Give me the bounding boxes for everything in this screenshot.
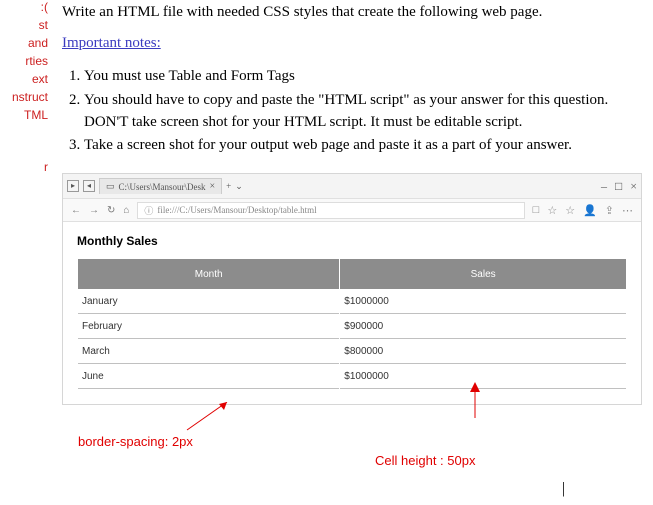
table-cell: $800000 xyxy=(340,340,626,364)
person-icon[interactable]: 👤 xyxy=(583,204,597,217)
table-cell: March xyxy=(78,340,339,364)
table-row: February $900000 xyxy=(78,315,626,339)
table-header: Sales xyxy=(340,259,626,289)
browser-tab[interactable]: ▭ C:\Users\Mansour\Desk × xyxy=(99,178,222,194)
left-sidebar: ): st and rties ext nstruct TML r xyxy=(0,0,50,178)
close-window-button[interactable]: × xyxy=(630,179,637,194)
notes-title: Important notes: xyxy=(62,35,643,52)
chevron-down-icon[interactable]: ⌄ xyxy=(235,181,243,192)
table-row: January $1000000 xyxy=(78,290,626,314)
table-cell: $900000 xyxy=(340,315,626,339)
sidebar-item[interactable]: ): xyxy=(0,0,50,14)
arrow-annotation-icon xyxy=(182,402,232,432)
minimize-button[interactable]: – xyxy=(601,179,607,194)
address-bar: ← → ↻ ⌂ ⓘ file:///C:/Users/Mansour/Deskt… xyxy=(63,198,641,222)
annotation-cell-height: Cell height : 50px xyxy=(375,453,475,468)
forward-icon[interactable]: → xyxy=(89,205,99,216)
sidebar-item[interactable]: rties xyxy=(0,54,50,68)
maximize-button[interactable]: □ xyxy=(615,179,622,194)
question-content: Write an HTML file with needed CSS style… xyxy=(62,0,653,157)
note-item: Take a screen shot for your output web p… xyxy=(84,135,643,157)
table-cell: June xyxy=(78,365,339,389)
page-title: Monthly Sales xyxy=(77,234,627,248)
url-input[interactable]: ⓘ file:///C:/Users/Mansour/Desktop/table… xyxy=(137,202,524,219)
notes-list: You must use Table and Form Tags You sho… xyxy=(62,66,643,157)
table-cell: $1000000 xyxy=(340,365,626,389)
sidebar-item[interactable]: TML xyxy=(0,108,50,122)
table-cell: February xyxy=(78,315,339,339)
close-icon[interactable]: × xyxy=(210,181,216,192)
note-item: You should have to copy and paste the "H… xyxy=(84,90,643,134)
info-icon: ⓘ xyxy=(144,204,153,217)
share-icon[interactable]: ⇪ xyxy=(605,204,614,217)
sidebar-item[interactable]: r xyxy=(0,160,50,174)
sidebar-item[interactable]: st xyxy=(0,18,50,32)
tab-forward-icon[interactable]: ▸ xyxy=(67,180,79,192)
table-header-row: Month Sales xyxy=(78,259,626,289)
url-text: file:///C:/Users/Mansour/Desktop/table.h… xyxy=(157,205,316,215)
back-icon[interactable]: ← xyxy=(71,205,81,216)
browser-titlebar: ▸ ◂ ▭ C:\Users\Mansour\Desk × + ⌄ – □ × xyxy=(63,174,641,198)
browser-screenshot: ▸ ◂ ▭ C:\Users\Mansour\Desk × + ⌄ – □ × … xyxy=(62,173,642,405)
home-icon[interactable]: ⌂ xyxy=(123,205,129,216)
new-tab-button[interactable]: + xyxy=(226,181,231,191)
text-cursor: | xyxy=(562,480,565,498)
sales-table: Month Sales January $1000000 February $9… xyxy=(77,258,627,390)
refresh-icon[interactable]: ↻ xyxy=(107,205,115,216)
table-row: June $1000000 xyxy=(78,365,626,389)
note-item: You must use Table and Form Tags xyxy=(84,66,643,88)
table-row: March $800000 xyxy=(78,340,626,364)
tab-back-icon[interactable]: ◂ xyxy=(83,180,95,192)
star-icon[interactable]: ☆ xyxy=(547,204,557,217)
tab-title: C:\Users\Mansour\Desk xyxy=(119,182,206,192)
annotation-border-spacing: border-spacing: 2px xyxy=(78,434,193,449)
intro-text: Write an HTML file with needed CSS style… xyxy=(62,4,643,21)
sidebar-item[interactable]: nstruct xyxy=(0,90,50,104)
page-viewport: Monthly Sales Month Sales January $10000… xyxy=(63,222,641,404)
more-icon[interactable]: ⋯ xyxy=(622,204,633,217)
table-header: Month xyxy=(78,259,339,289)
table-cell: January xyxy=(78,290,339,314)
favorites-icon[interactable]: ☆ xyxy=(565,204,575,217)
table-cell: $1000000 xyxy=(340,290,626,314)
page-icon: ▭ xyxy=(106,181,115,192)
reading-icon[interactable]: □ xyxy=(533,204,540,217)
sidebar-item[interactable]: and xyxy=(0,36,50,50)
sidebar-item[interactable]: ext xyxy=(0,72,50,86)
